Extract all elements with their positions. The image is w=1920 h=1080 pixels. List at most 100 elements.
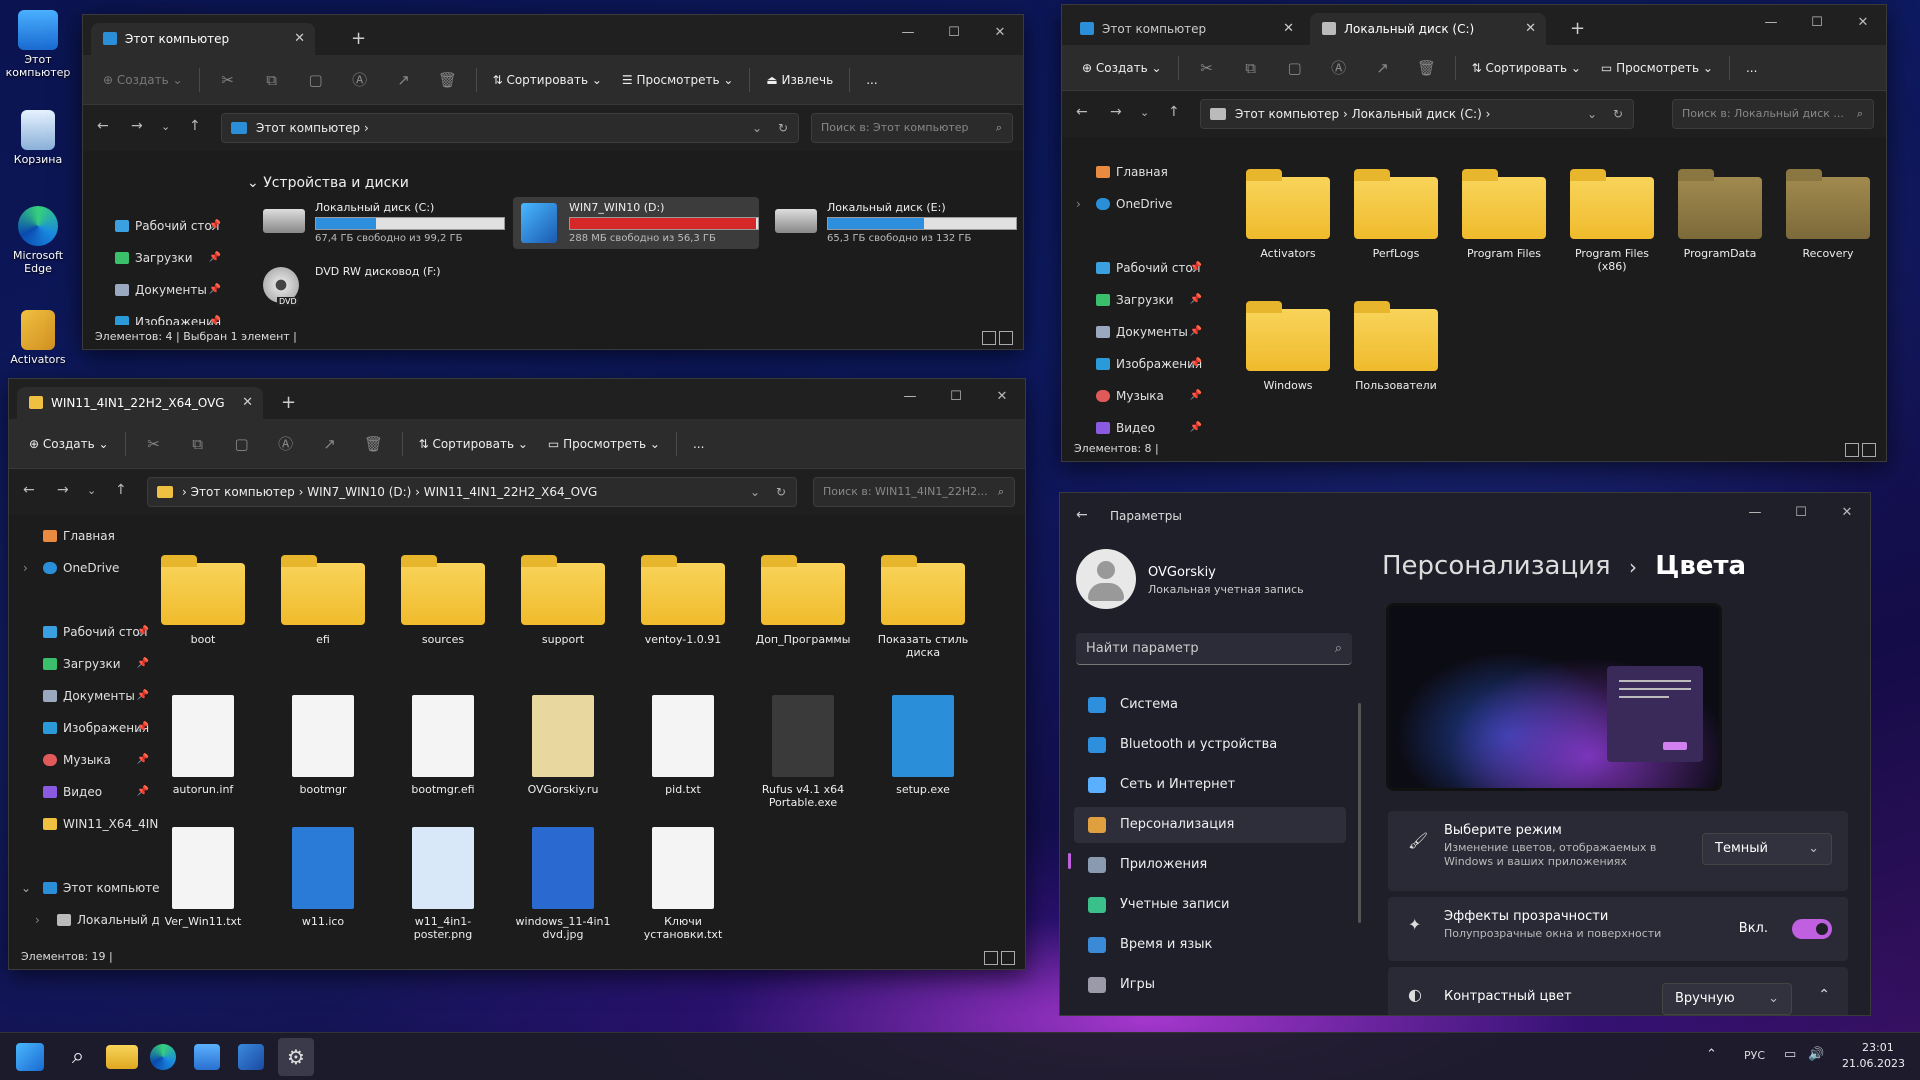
address-bar[interactable]: › Этот компьютер › WIN7_WIN10 (D:) › WIN… — [147, 477, 797, 507]
cut-icon[interactable]: ✂ — [132, 428, 176, 460]
sort-button[interactable]: ⇅ Сортировать ⌄ — [409, 428, 538, 460]
scrollbar[interactable] — [1358, 703, 1361, 923]
cut-icon[interactable]: ✂ — [1185, 52, 1229, 84]
paste-icon[interactable]: ▢ — [220, 428, 264, 460]
share-icon[interactable]: ↗ — [308, 428, 352, 460]
sidebar-item-music[interactable]: Музыка 📌 — [9, 747, 159, 773]
tab-win11-folder[interactable]: WIN11_4IN1_22H2_X64_OVG ✕ — [17, 387, 263, 419]
details-view-icon[interactable] — [982, 331, 996, 345]
create-button[interactable]: ⊕ Создать ⌄ — [19, 428, 119, 460]
new-tab-button[interactable]: + — [281, 387, 296, 419]
paste-icon[interactable]: ▢ — [294, 64, 338, 96]
folder-support[interactable]: support — [513, 555, 613, 646]
forward-icon[interactable]: → — [57, 482, 69, 498]
folder-users[interactable]: Пользователи — [1346, 301, 1446, 392]
sidebar-item-home[interactable]: Главная — [1062, 159, 1212, 185]
sidebar-item-videos[interactable]: Видео 📌 — [9, 779, 159, 805]
close-icon[interactable]: ✕ — [242, 387, 253, 419]
more-button[interactable]: ... — [1736, 52, 1767, 84]
folder-windows[interactable]: Windows — [1238, 301, 1338, 392]
sidebar-item-desktop[interactable]: Рабочий стол 📌 — [9, 619, 159, 645]
file-setup-exe[interactable]: setup.exe — [873, 695, 973, 796]
minimize-button[interactable]: — — [1732, 495, 1778, 535]
nav-personalization[interactable]: Персонализация — [1074, 807, 1346, 843]
accent-select[interactable]: Вручную ⌄ — [1662, 983, 1792, 1015]
tab-this-pc[interactable]: Этот компьютер ✕ — [1068, 13, 1304, 45]
sidebar-item-pictures[interactable]: Изображения 📌 — [9, 715, 159, 741]
desktop-icon-recycle-bin[interactable]: Корзина — [4, 110, 72, 166]
sidebar-item-desktop[interactable]: Рабочий стол 📌 — [1062, 255, 1212, 281]
up-icon[interactable]: ↑ — [1168, 104, 1180, 120]
copy-icon[interactable]: ⧉ — [1229, 52, 1273, 84]
details-view-icon[interactable] — [1845, 443, 1859, 457]
minimize-button[interactable]: — — [885, 15, 931, 55]
chevron-down-icon[interactable]: ⌄ — [1140, 106, 1149, 119]
sidebar-item-downloads[interactable]: Загрузки 📌 — [1062, 287, 1212, 313]
copy-icon[interactable]: ⧉ — [176, 428, 220, 460]
minimize-button[interactable]: — — [887, 379, 933, 419]
eject-button[interactable]: ⏏ Извлечь — [756, 64, 843, 96]
address-bar[interactable]: Этот компьютер › ⌄ ↻ — [221, 113, 799, 143]
minimize-button[interactable]: — — [1748, 5, 1794, 45]
drive-f[interactable]: DVD DVD RW дисковод (F:) — [259, 265, 499, 309]
file-ovgorskiy-url[interactable]: OVGorskiy.ru — [513, 695, 613, 796]
search-input[interactable]: Поиск в: WIN11_4IN1_22H2... ⌕ — [813, 477, 1015, 507]
settings-gear-icon[interactable]: ⚙ — [278, 1038, 314, 1076]
rename-icon[interactable]: Ⓐ — [1317, 52, 1361, 84]
file-autorun-inf[interactable]: autorun.inf — [153, 695, 253, 796]
sidebar-item-onedrive[interactable]: › OneDrive — [9, 555, 159, 581]
folder-program-files-x86[interactable]: Program Files (x86) — [1562, 169, 1662, 273]
refresh-icon[interactable]: ↻ — [776, 478, 786, 506]
rename-icon[interactable]: Ⓐ — [264, 428, 308, 460]
chevron-up-icon[interactable]: ⌃ — [1818, 987, 1830, 1003]
folder-efi[interactable]: efi — [273, 555, 373, 646]
tiles-view-icon[interactable] — [999, 331, 1013, 345]
edge-icon[interactable] — [150, 1044, 176, 1070]
maximize-button[interactable]: ☐ — [933, 379, 979, 419]
nav-network[interactable]: Сеть и Интернет — [1074, 767, 1346, 803]
file-w11-ico[interactable]: w11.ico — [273, 827, 373, 928]
folder-programdata[interactable]: ProgramData — [1670, 169, 1770, 260]
nav-apps[interactable]: Приложения — [1074, 847, 1346, 883]
cut-icon[interactable]: ✂ — [206, 64, 250, 96]
nav-accounts[interactable]: Учетные записи — [1074, 887, 1346, 923]
search-input[interactable]: Поиск в: Локальный диск ... ⌕ — [1672, 99, 1874, 129]
search-icon[interactable]: ⌕ — [62, 1041, 94, 1073]
create-button[interactable]: ⊕ Создать ⌄ — [1072, 52, 1172, 84]
sidebar-item-this-pc[interactable]: ⌄ Этот компьютер — [9, 875, 159, 901]
tiles-view-icon[interactable] — [1001, 951, 1015, 965]
delete-icon[interactable]: 🗑 — [1405, 52, 1449, 84]
back-icon[interactable]: ← — [1076, 104, 1088, 120]
new-tab-button[interactable]: + — [1570, 13, 1585, 45]
view-button[interactable]: ☰ Просмотреть ⌄ — [612, 64, 743, 96]
file-poster-png[interactable]: w11_4in1-poster.png — [393, 827, 493, 941]
section-header[interactable]: ⌄ Устройства и диски — [247, 175, 409, 191]
clock-time[interactable]: 23:01 — [1862, 1041, 1894, 1054]
details-view-icon[interactable] — [984, 951, 998, 965]
desktop-icon-activators[interactable]: Activators — [4, 310, 72, 366]
close-button[interactable]: ✕ — [1840, 5, 1886, 45]
app-icon[interactable] — [238, 1044, 264, 1070]
sidebar-item-documents[interactable]: Документы 📌 — [1062, 319, 1212, 345]
file-dvd-jpg[interactable]: windows_11-4in1 dvd.jpg — [513, 827, 613, 941]
maximize-button[interactable]: ☐ — [1778, 495, 1824, 535]
forward-icon[interactable]: → — [131, 118, 143, 134]
chevron-down-icon[interactable]: ⌄ — [161, 120, 170, 133]
paste-icon[interactable]: ▢ — [1273, 52, 1317, 84]
view-button[interactable]: ▭ Просмотреть ⌄ — [1591, 52, 1723, 84]
nav-gaming[interactable]: Игры — [1074, 967, 1346, 1003]
settings-search-input[interactable]: Найти параметр ⌕ — [1076, 633, 1352, 665]
delete-icon[interactable]: 🗑 — [352, 428, 396, 460]
back-icon[interactable]: ← — [1076, 507, 1088, 523]
file-bootmgr-efi[interactable]: bootmgr.efi — [393, 695, 493, 796]
tab-this-pc[interactable]: Этот компьютер ✕ — [91, 23, 315, 55]
volume-icon[interactable]: 🔊 — [1808, 1047, 1824, 1062]
view-switcher[interactable] — [981, 950, 1015, 965]
up-icon[interactable]: ↑ — [189, 118, 201, 134]
sidebar-item-onedrive[interactable]: › OneDrive — [1062, 191, 1212, 217]
file-rufus-exe[interactable]: Rufus v4.1 x64 Portable.exe — [753, 695, 853, 809]
folder-recovery[interactable]: Recovery — [1778, 169, 1878, 260]
desktop-icon-this-pc[interactable]: Этот компьютер — [4, 10, 72, 79]
file-bootmgr[interactable]: bootmgr — [273, 695, 373, 796]
view-switcher[interactable] — [979, 330, 1013, 345]
